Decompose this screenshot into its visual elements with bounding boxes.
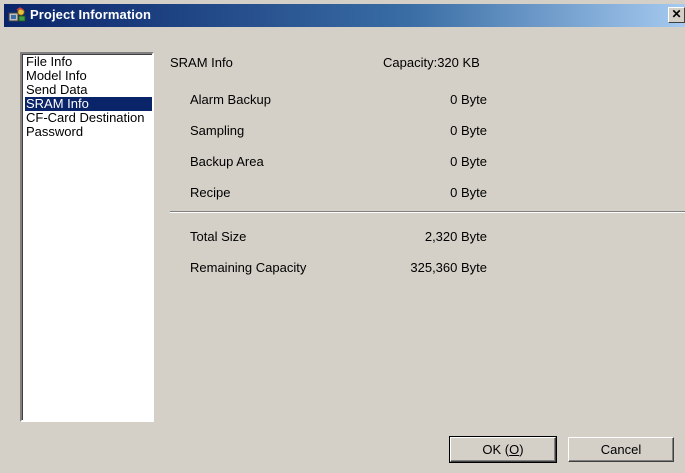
nav-item-send-data[interactable]: Send Data bbox=[25, 83, 152, 97]
row-label-recipe: Recipe bbox=[190, 185, 231, 200]
row-value-recipe: 0 Byte bbox=[450, 185, 487, 200]
remaining-capacity-value: 325,360 Byte bbox=[410, 260, 487, 275]
ok-button[interactable]: OK (O) bbox=[449, 436, 557, 463]
row-value-backup-area: 0 Byte bbox=[450, 154, 487, 169]
remaining-capacity-label: Remaining Capacity bbox=[190, 260, 307, 275]
row-value-alarm-backup: 0 Byte bbox=[450, 92, 487, 107]
project-info-icon bbox=[8, 7, 26, 22]
sram-info-heading: SRAM Info bbox=[170, 55, 233, 70]
project-information-dialog: Project Information ✕ File Info Model In… bbox=[0, 0, 685, 473]
category-list[interactable]: File Info Model Info Send Data SRAM Info… bbox=[20, 52, 154, 422]
row-label-backup-area: Backup Area bbox=[190, 154, 264, 169]
cancel-button[interactable]: Cancel bbox=[568, 437, 674, 462]
window-title: Project Information bbox=[30, 7, 152, 22]
nav-item-sram-info[interactable]: SRAM Info bbox=[25, 97, 152, 111]
row-label-alarm-backup: Alarm Backup bbox=[190, 92, 271, 107]
section-divider bbox=[170, 211, 685, 213]
row-value-sampling: 0 Byte bbox=[450, 123, 487, 138]
total-size-value: 2,320 Byte bbox=[424, 229, 487, 244]
close-icon: ✕ bbox=[671, 7, 682, 21]
total-size-label: Total Size bbox=[190, 229, 247, 244]
nav-item-cf-card-destination[interactable]: CF-Card Destination bbox=[25, 111, 152, 125]
close-button[interactable]: ✕ bbox=[668, 7, 685, 23]
row-label-sampling: Sampling bbox=[190, 123, 245, 138]
nav-item-model-info[interactable]: Model Info bbox=[25, 69, 152, 83]
title-bar[interactable]: Project Information ✕ bbox=[4, 4, 685, 27]
sram-capacity: Capacity:320 KB bbox=[383, 55, 480, 70]
nav-item-file-info[interactable]: File Info bbox=[25, 55, 152, 69]
nav-item-password[interactable]: Password bbox=[25, 125, 152, 139]
